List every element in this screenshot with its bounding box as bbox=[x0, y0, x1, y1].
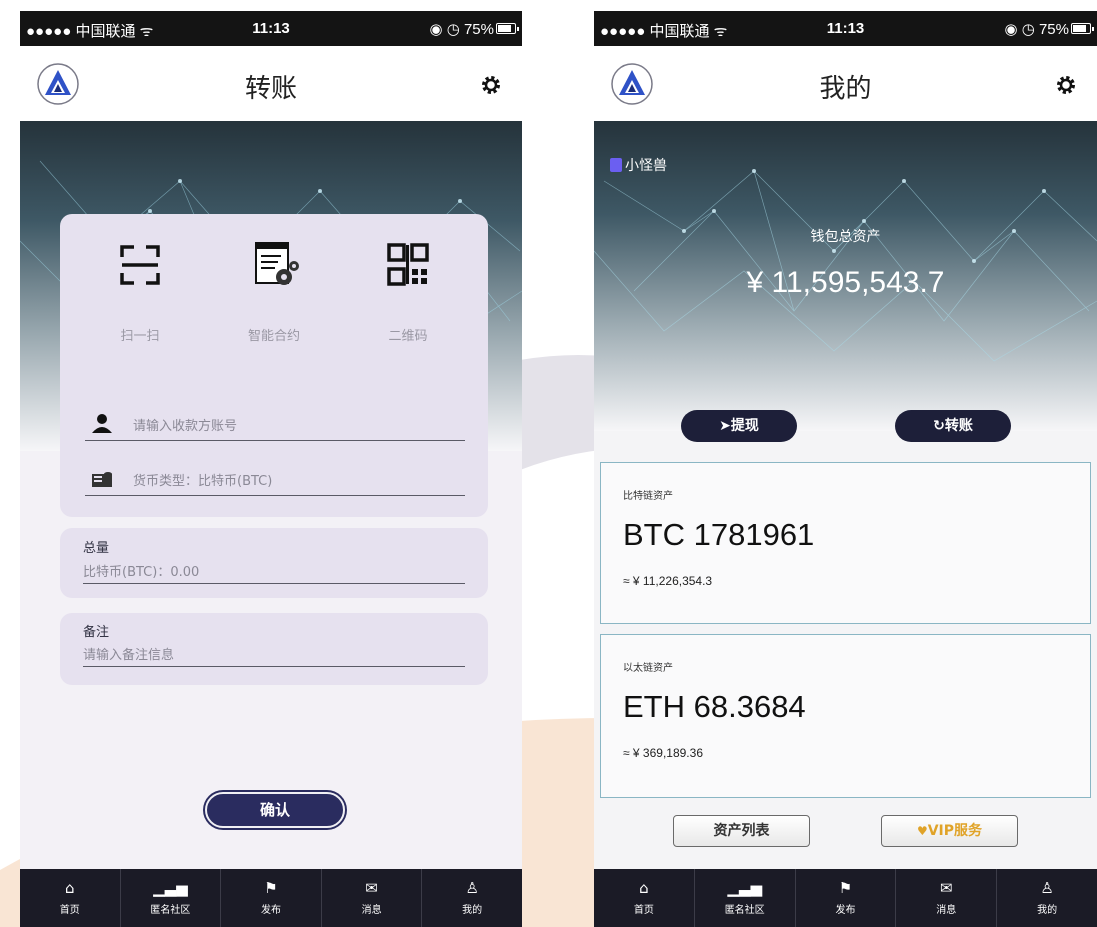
currency-field[interactable]: 货币类型：比特币(BTC) bbox=[85, 468, 465, 496]
wallet-total: ¥ 11,595,543.7 bbox=[746, 266, 945, 299]
person-icon: ♙ bbox=[465, 879, 479, 897]
tab-community[interactable]: ▁▃▅ 匿名社区 bbox=[119, 869, 221, 927]
my-screen: ●●●●● 中国联通 ᯤ 11:13 ◉ ◷ 75% 我的 小怪兽 钱包总资产 … bbox=[594, 11, 1097, 927]
signal-icon: ▁▃▅ bbox=[727, 879, 762, 897]
tab-home[interactable]: ⌂ 首页 bbox=[594, 869, 694, 927]
transfer-button[interactable]: ↻转账 bbox=[895, 410, 1011, 442]
asset-fiat: ≈ ¥ 11,226,354.3 bbox=[623, 574, 713, 588]
user-name[interactable]: 小怪兽 bbox=[610, 155, 667, 175]
monster-icon bbox=[610, 158, 622, 172]
mail-icon: ✉ bbox=[940, 879, 953, 897]
note-card[interactable]: 备注 请输入备注信息 bbox=[60, 613, 488, 685]
person-icon: ♙ bbox=[1040, 879, 1054, 897]
battery-icon bbox=[496, 23, 519, 34]
asset-amount: ETH 68.3684 bbox=[623, 689, 806, 724]
qr-code-icon bbox=[387, 243, 429, 286]
battery-text: ◉ ◷ 75% bbox=[429, 21, 494, 38]
signal-icon: ▁▃▅ bbox=[153, 879, 188, 897]
nav-bar: 转账 bbox=[20, 46, 522, 121]
confirm-button[interactable]: 确认 bbox=[205, 792, 345, 828]
battery-icon bbox=[1071, 23, 1094, 34]
nav-bar: 我的 bbox=[594, 46, 1097, 121]
status-bar: ●●●●● 中国联通 ᯤ 11:13 ◉ ◷ 75% bbox=[20, 11, 522, 46]
tab-label: 匿名社区 bbox=[150, 905, 191, 916]
diamond-icon: ♥ bbox=[916, 824, 928, 838]
asset-fiat: ≈ ¥ 369,189.36 bbox=[623, 746, 703, 760]
asset-label: 比特链资产 bbox=[623, 491, 673, 502]
smart-contract-icon bbox=[255, 242, 299, 285]
tab-messages[interactable]: ✉ 消息 bbox=[895, 869, 996, 927]
tab-label: 发布 bbox=[835, 905, 856, 916]
tab-home[interactable]: ⌂ 首页 bbox=[20, 869, 120, 927]
tab-label: 匿名社区 bbox=[724, 905, 765, 916]
person-icon bbox=[92, 414, 112, 433]
tab-publish[interactable]: ⚑ 发布 bbox=[794, 869, 896, 927]
eth-asset-card[interactable]: 以太链资产 ETH 68.3684 ≈ ¥ 369,189.36 bbox=[600, 634, 1091, 798]
smart-contract-label: 智能合约 bbox=[247, 329, 300, 344]
tab-label: 消息 bbox=[361, 905, 382, 916]
currency-text: 货币类型：比特币(BTC) bbox=[133, 474, 273, 489]
transfer-card: 扫一扫 智能合约 二维码 请输入收款方账号 货币类型：比特币(BTC) bbox=[60, 214, 488, 517]
amount-card[interactable]: 总量 比特币(BTC)：0.00 bbox=[60, 528, 488, 598]
asset-amount: BTC 1781961 bbox=[623, 517, 815, 552]
scan-icon bbox=[120, 245, 160, 285]
tab-community[interactable]: ▁▃▅ 匿名社区 bbox=[693, 869, 795, 927]
flag-icon: ⚑ bbox=[264, 879, 278, 897]
recipient-field[interactable]: 请输入收款方账号 bbox=[85, 413, 465, 441]
smart-contract-action[interactable]: 智能合约 bbox=[214, 239, 334, 344]
qr-code-label: 二维码 bbox=[388, 329, 428, 344]
asset-list-button[interactable]: 资产列表 bbox=[673, 815, 810, 847]
gear-icon[interactable] bbox=[480, 74, 502, 96]
tab-mine[interactable]: ♙ 我的 bbox=[421, 869, 522, 927]
page-title: 我的 bbox=[819, 74, 872, 104]
user-name-text: 小怪兽 bbox=[625, 158, 667, 174]
tab-bar: ⌂ 首页 ▁▃▅ 匿名社区 ⚑ 发布 ✉ 消息 ♙ 我的 bbox=[594, 869, 1097, 927]
gear-icon[interactable] bbox=[1055, 74, 1077, 96]
vip-label: VIP服务 bbox=[927, 823, 983, 839]
amount-label: 总量 bbox=[83, 541, 110, 556]
asset-label: 以太链资产 bbox=[623, 663, 673, 674]
status-bar: ●●●●● 中国联通 ᯤ 11:13 ◉ ◷ 75% bbox=[594, 11, 1097, 46]
coins-icon bbox=[92, 472, 112, 487]
qr-code-action[interactable]: 二维码 bbox=[348, 239, 468, 344]
page-title: 转账 bbox=[244, 74, 297, 104]
tab-mine[interactable]: ♙ 我的 bbox=[996, 869, 1097, 927]
transfer-screen: ●●●●● 中国联通 ᯤ 11:13 ◉ ◷ 75% 转账 扫一扫 智能合约 二… bbox=[20, 11, 522, 927]
btc-asset-card[interactable]: 比特链资产 BTC 1781961 ≈ ¥ 11,226,354.3 bbox=[600, 462, 1091, 624]
flag-icon: ⚑ bbox=[838, 879, 853, 897]
tab-label: 消息 bbox=[936, 905, 957, 916]
mail-icon: ✉ bbox=[365, 879, 378, 897]
withdraw-button[interactable]: ➤提现 bbox=[681, 410, 797, 442]
home-icon: ⌂ bbox=[639, 879, 649, 897]
tab-label: 首页 bbox=[59, 905, 80, 916]
scan-action[interactable]: 扫一扫 bbox=[80, 239, 200, 344]
battery-text: ◉ ◷ 75% bbox=[1004, 21, 1069, 38]
scan-label: 扫一扫 bbox=[120, 329, 160, 344]
tab-label: 首页 bbox=[633, 905, 654, 916]
tab-messages[interactable]: ✉ 消息 bbox=[320, 869, 422, 927]
tab-bar: ⌂ 首页 ▁▃▅ 匿名社区 ⚑ 发布 ✉ 消息 ♙ 我的 bbox=[20, 869, 522, 927]
vip-button[interactable]: ♥VIP服务 bbox=[881, 815, 1018, 847]
note-input[interactable]: 请输入备注信息 bbox=[83, 644, 465, 667]
wallet-label: 钱包总资产 bbox=[810, 229, 881, 245]
amount-value[interactable]: 比特币(BTC)：0.00 bbox=[83, 561, 465, 584]
tab-label: 我的 bbox=[1037, 905, 1058, 916]
home-icon: ⌂ bbox=[65, 879, 75, 897]
tab-label: 我的 bbox=[462, 905, 483, 916]
tab-label: 发布 bbox=[260, 905, 281, 916]
recipient-placeholder: 请输入收款方账号 bbox=[133, 419, 238, 434]
tab-publish[interactable]: ⚑ 发布 bbox=[220, 869, 321, 927]
note-label: 备注 bbox=[83, 625, 110, 640]
